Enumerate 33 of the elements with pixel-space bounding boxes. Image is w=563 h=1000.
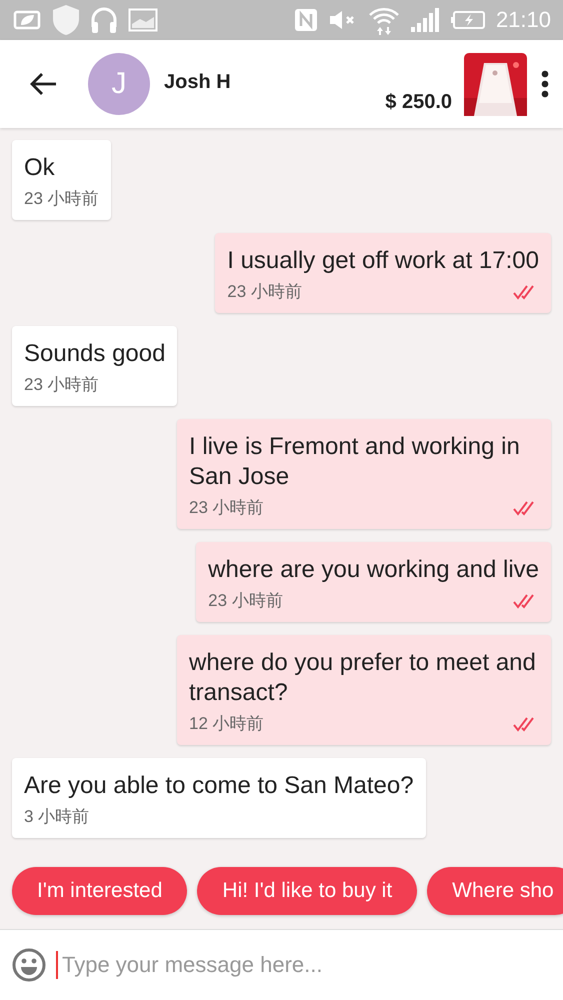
contact-name: Josh H: [164, 70, 232, 94]
signal-icon: [410, 7, 440, 33]
message-time: 12 小時前: [189, 713, 264, 735]
battery-charging-icon: [450, 10, 486, 30]
more-options-icon[interactable]: [541, 70, 549, 98]
emoji-icon[interactable]: [12, 948, 46, 982]
clock-time: 21:10: [496, 7, 551, 33]
quick-reply-chip[interactable]: Hi! I'd like to buy it: [197, 867, 418, 915]
message-text: I live is Fremont and working in San Jose: [189, 432, 521, 492]
quick-reply-chip[interactable]: I'm interested: [12, 867, 188, 915]
back-arrow-icon[interactable]: [30, 72, 58, 96]
wifi-icon: [368, 5, 400, 35]
nfc-icon: [294, 8, 318, 32]
message-time: 23 小時前: [189, 497, 264, 519]
message-text: where do you prefer to meet and transact?: [189, 648, 537, 708]
message-input-field[interactable]: Type your message here...: [56, 951, 551, 979]
item-price: $ 250.0: [385, 91, 452, 114]
message-text: Are you able to come to San Mateo?: [24, 771, 414, 801]
shield-icon: [52, 4, 80, 36]
message-text: where are you working and live: [208, 555, 539, 585]
message-text: Sounds good: [24, 339, 166, 369]
message-time: 23 小時前: [227, 281, 302, 303]
battery-saver-icon: [12, 9, 42, 31]
message-time: 23 小時前: [208, 590, 283, 612]
image-icon: [128, 8, 158, 32]
quick-reply-chip[interactable]: Where sho: [427, 867, 563, 915]
message-time: 3 小時前: [24, 806, 90, 828]
message-time: 23 小時前: [24, 374, 99, 396]
headphones-icon: [90, 5, 118, 35]
message-time: 23 小時前: [24, 188, 99, 210]
message-text: Ok: [24, 153, 56, 183]
message-text: I usually get off work at 17:00: [227, 246, 539, 276]
avatar[interactable]: J: [88, 53, 150, 115]
